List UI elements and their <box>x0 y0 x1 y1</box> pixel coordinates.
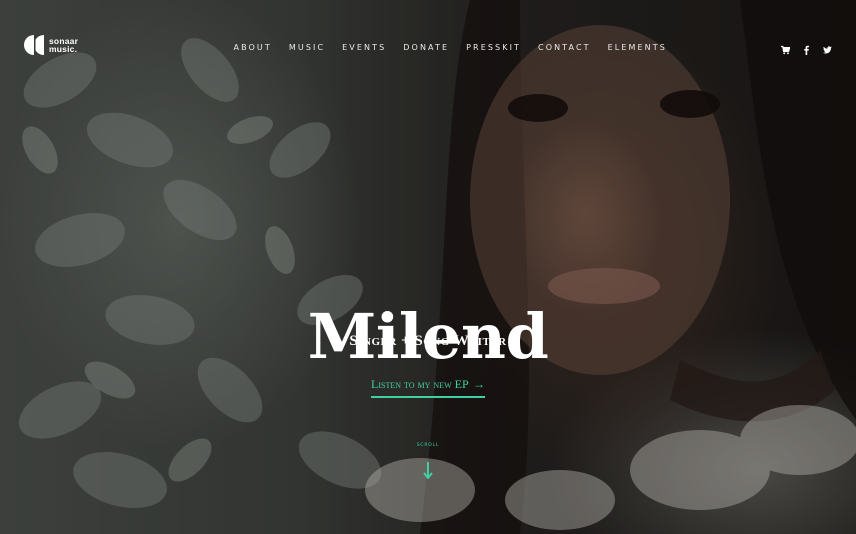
facebook-icon[interactable] <box>802 42 811 55</box>
dark-overlay <box>0 0 856 534</box>
nav-item-donate[interactable]: DONATE <box>395 42 458 54</box>
nav-item-elements[interactable]: ELEMENTS <box>599 42 675 54</box>
nav-item-contact[interactable]: CONTACT <box>530 42 600 54</box>
nav-item-presskit[interactable]: PRESSKIT <box>458 42 530 54</box>
arrow-down-icon[interactable] <box>423 462 433 479</box>
nav-item-about[interactable]: ABOUT <box>225 42 280 54</box>
brand-logo[interactable]: sonaar music. <box>22 33 78 57</box>
brand-name-line2: music. <box>49 44 78 54</box>
nav-item-events[interactable]: EVENTS <box>334 42 395 54</box>
sonaar-logo-icon <box>24 35 44 55</box>
main-navigation: ABOUT MUSIC EVENTS DONATE PRESSKIT CONTA… <box>225 42 675 54</box>
listen-ep-label: Listen to my new EP <box>371 377 469 391</box>
arrow-right-icon: → <box>473 377 485 391</box>
header-icons <box>781 42 832 55</box>
scroll-label: SCROLL <box>416 443 440 448</box>
cart-icon[interactable] <box>781 42 791 55</box>
nav-item-music[interactable]: MUSIC <box>280 42 333 54</box>
twitter-icon[interactable] <box>823 42 832 54</box>
listen-ep-link[interactable]: Listen to my new EP → <box>371 377 485 398</box>
brand-name: sonaar music. <box>49 37 78 54</box>
artist-subtitle: Singer + Song Writer <box>349 333 507 349</box>
hero-background <box>0 0 856 534</box>
